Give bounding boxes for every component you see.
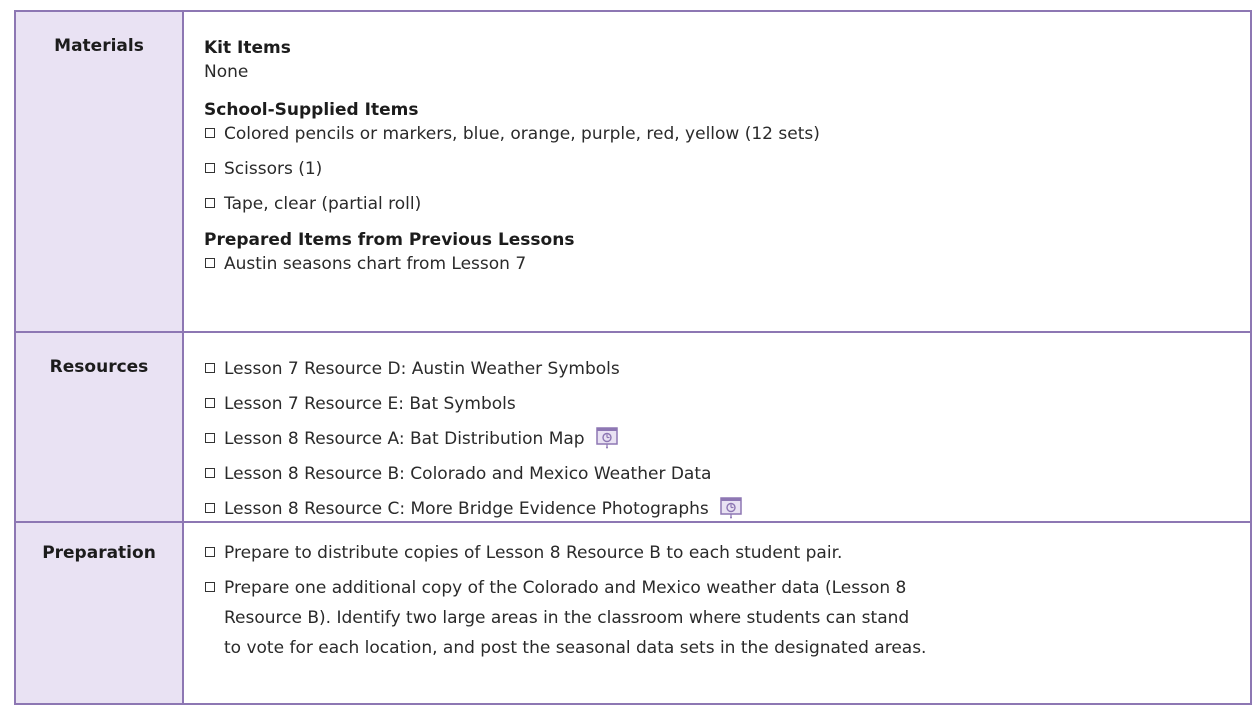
list-item: Prepare one additional copy of the Color…	[204, 573, 1250, 663]
list-item-text: Lesson 7 Resource E: Bat Symbols	[224, 394, 516, 414]
list-item-text: Lesson 8 Resource A: Bat Distribution Ma…	[224, 429, 585, 449]
checkbox[interactable]	[205, 468, 215, 478]
list-item: Prepare to distribute copies of Lesson 8…	[204, 541, 1250, 565]
checkbox[interactable]	[205, 163, 215, 173]
list-item: Lesson 8 Resource C: More Bridge Evidenc…	[204, 497, 1250, 521]
resources-row: Resources Lesson 7 Resource D: Austin We…	[14, 331, 1252, 523]
projector-screen-icon[interactable]	[720, 497, 742, 519]
list-item: Austin seasons chart from Lesson 7	[204, 252, 1250, 276]
list-item-text: Scissors (1)	[224, 159, 323, 179]
list-item: Colored pencils or markers, blue, orange…	[204, 122, 1250, 146]
materials-page: Materials Kit Items None School-Supplied…	[0, 0, 1253, 705]
list-item-text: Colored pencils or markers, blue, orange…	[224, 124, 820, 144]
preparation-label: Preparation	[14, 521, 184, 705]
list-item-text: Austin seasons chart from Lesson 7	[224, 254, 527, 274]
checkbox[interactable]	[205, 128, 215, 138]
list-item-text: Lesson 8 Resource C: More Bridge Evidenc…	[224, 499, 709, 519]
checkbox[interactable]	[205, 503, 215, 513]
list-item-text: Prepare to distribute copies of Lesson 8…	[224, 543, 843, 563]
materials-label: Materials	[14, 10, 184, 333]
list-item: Lesson 7 Resource D: Austin Weather Symb…	[204, 357, 1250, 381]
kit-items-title: Kit Items	[204, 38, 291, 58]
list-item: Lesson 7 Resource E: Bat Symbols	[204, 392, 1250, 416]
list-item-text: Prepare one additional copy of the Color…	[224, 578, 927, 658]
preparation-content: Prepare to distribute copies of Lesson 8…	[182, 521, 1252, 705]
list-item-text: Tape, clear (partial roll)	[224, 194, 422, 214]
checkbox[interactable]	[205, 363, 215, 373]
list-item: Scissors (1)	[204, 157, 1250, 181]
list-item: Lesson 8 Resource A: Bat Distribution Ma…	[204, 427, 1250, 451]
prepared-items-list: Austin seasons chart from Lesson 7	[204, 252, 1250, 276]
prepared-items-title: Prepared Items from Previous Lessons	[204, 230, 575, 250]
school-supplied-title: School-Supplied Items	[204, 100, 419, 120]
projector-screen-icon[interactable]	[596, 427, 618, 449]
resources-content: Lesson 7 Resource D: Austin Weather Symb…	[182, 331, 1252, 523]
checkbox[interactable]	[205, 258, 215, 268]
list-item-text: Lesson 7 Resource D: Austin Weather Symb…	[224, 359, 620, 379]
checkbox[interactable]	[205, 198, 215, 208]
resources-label: Resources	[14, 331, 184, 523]
preparation-row: Preparation Prepare to distribute copies…	[14, 521, 1252, 705]
materials-content: Kit Items None School-Supplied Items Col…	[182, 10, 1252, 333]
school-supplied-list: Colored pencils or markers, blue, orange…	[204, 122, 1250, 216]
list-item-text: Lesson 8 Resource B: Colorado and Mexico…	[224, 464, 712, 484]
checkbox[interactable]	[205, 398, 215, 408]
checkbox[interactable]	[205, 433, 215, 443]
list-item: Lesson 8 Resource B: Colorado and Mexico…	[204, 462, 1250, 486]
materials-row: Materials Kit Items None School-Supplied…	[14, 10, 1252, 333]
materials-table: Materials Kit Items None School-Supplied…	[14, 10, 1252, 705]
checkbox[interactable]	[205, 547, 215, 557]
checkbox[interactable]	[205, 582, 215, 592]
list-item: Tape, clear (partial roll)	[204, 192, 1250, 216]
kit-items-value: None	[204, 62, 249, 82]
